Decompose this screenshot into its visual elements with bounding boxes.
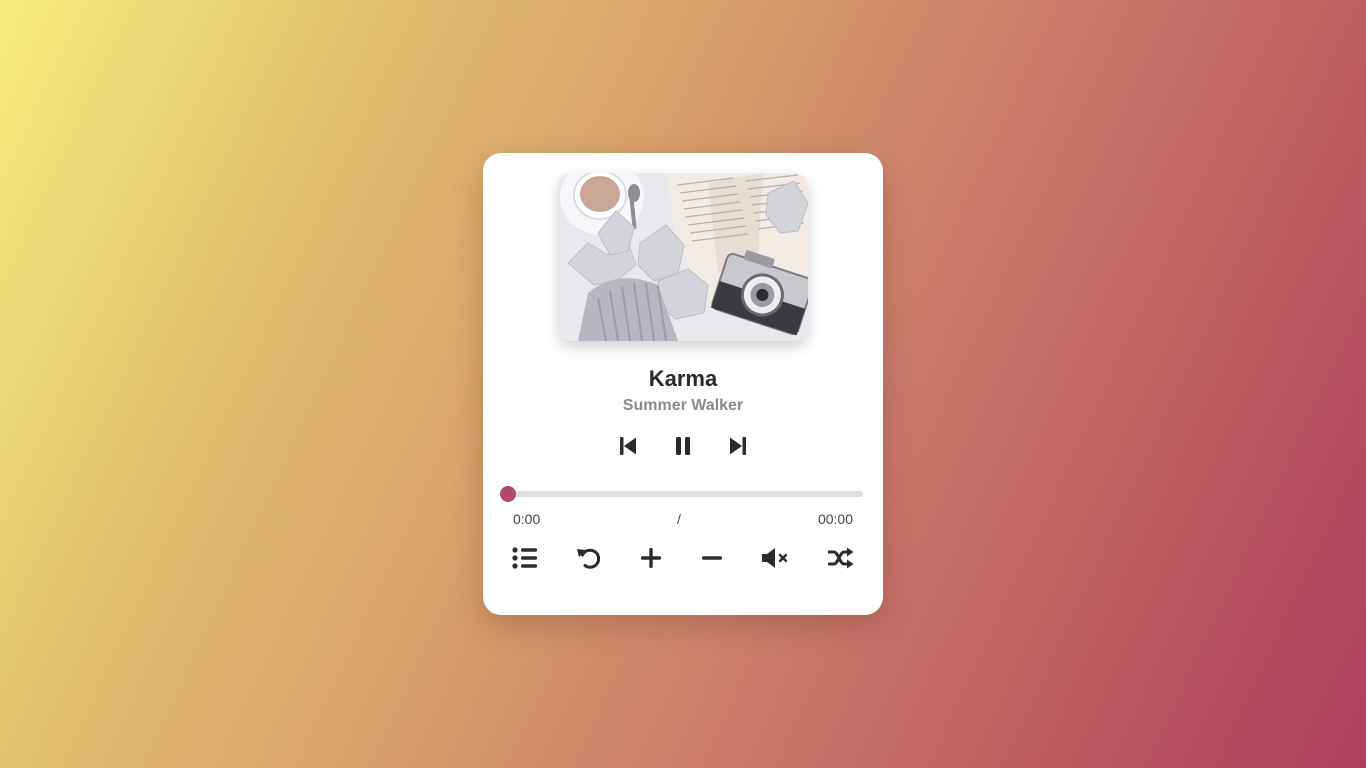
time-separator: / bbox=[677, 511, 681, 527]
track-title: Karma bbox=[648, 366, 718, 391]
repeat-icon bbox=[576, 546, 601, 575]
volume-up-button[interactable] bbox=[636, 547, 666, 573]
pause-button[interactable] bbox=[670, 436, 696, 460]
volume-down-icon bbox=[701, 547, 723, 574]
duration-time: 00:00 bbox=[817, 511, 853, 527]
playlist-button[interactable] bbox=[510, 546, 540, 574]
track-artist: Summer Walker bbox=[622, 397, 744, 414]
current-time: 0:00 bbox=[513, 511, 541, 527]
previous-button[interactable] bbox=[615, 436, 641, 460]
playlist-icon bbox=[512, 546, 538, 574]
shuffle-button[interactable] bbox=[826, 547, 856, 573]
next-button[interactable] bbox=[725, 436, 751, 460]
shuffle-icon bbox=[827, 547, 854, 574]
next-icon bbox=[729, 436, 747, 461]
album-cover bbox=[558, 173, 808, 341]
volume-down-button[interactable] bbox=[697, 547, 727, 573]
mute-button[interactable] bbox=[760, 547, 790, 573]
pause-icon bbox=[674, 436, 692, 461]
progress-bar[interactable] bbox=[500, 486, 863, 502]
previous-icon bbox=[619, 436, 637, 461]
repeat-button[interactable] bbox=[573, 547, 603, 573]
music-player-card: Karma Summer Walker 0:00 / 00:00 bbox=[483, 153, 883, 615]
mute-icon bbox=[761, 547, 789, 574]
album-cover-image bbox=[558, 173, 808, 341]
volume-up-icon bbox=[640, 547, 662, 574]
progress-thumb[interactable] bbox=[500, 486, 516, 502]
